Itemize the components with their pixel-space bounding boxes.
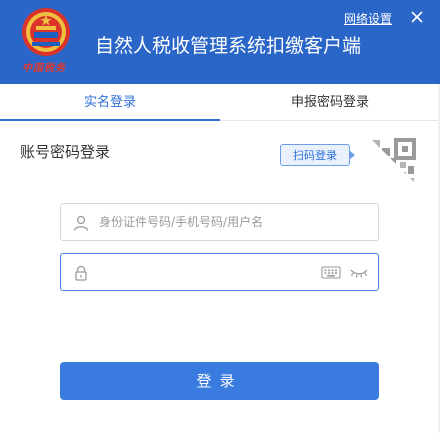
login-button[interactable]: 登录	[60, 362, 379, 400]
active-tab-indicator	[0, 119, 220, 121]
scan-login-button[interactable]: 扫码登录	[280, 144, 350, 166]
password-input[interactable]	[99, 254, 319, 290]
password-field[interactable]	[60, 253, 379, 291]
title-bar: 中国税务 自然人税收管理系统扣缴客户端 网络设置	[0, 0, 440, 84]
tab-label: 申报密码登录	[290, 95, 369, 110]
tab-real-name-login[interactable]: 实名登录	[0, 84, 220, 121]
login-tabs: 实名登录 申报密码登录	[0, 84, 440, 121]
user-icon	[73, 215, 89, 231]
lock-icon	[75, 265, 87, 281]
username-input[interactable]	[99, 204, 319, 240]
section-title: 账号密码登录	[20, 143, 111, 161]
app-title: 自然人税收管理系统扣缴客户端	[95, 35, 362, 57]
scan-tooltip-arrow	[349, 150, 355, 160]
eye-closed-icon[interactable]	[349, 267, 369, 279]
tax-emblem-icon	[22, 8, 70, 56]
close-icon[interactable]	[408, 8, 426, 26]
network-settings-link[interactable]: 网络设置	[344, 10, 392, 27]
tab-declaration-password-login[interactable]: 申报密码登录	[220, 84, 440, 120]
tab-label: 实名登录	[83, 95, 136, 110]
bureau-logo-text: 中国税务	[22, 63, 66, 74]
username-field[interactable]	[60, 203, 379, 241]
qr-code-icon[interactable]	[368, 136, 418, 186]
keyboard-icon[interactable]	[321, 265, 341, 280]
